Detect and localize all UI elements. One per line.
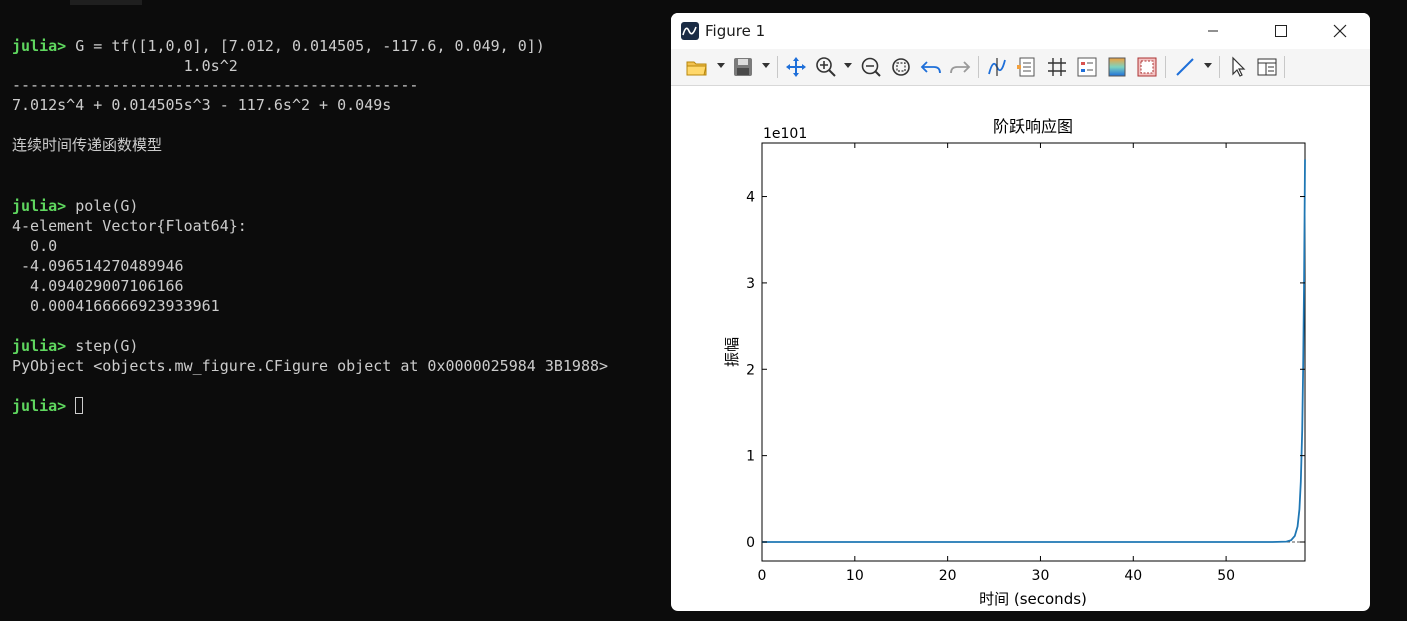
julia-prompt: julia> bbox=[12, 197, 67, 215]
save-dropdown-arrow[interactable] bbox=[762, 63, 770, 68]
data-cursor-icon bbox=[988, 58, 1006, 76]
open-dropdown-arrow[interactable] bbox=[717, 63, 725, 68]
x-tick-label: 0 bbox=[758, 568, 767, 584]
julia-prompt: julia> bbox=[12, 397, 67, 415]
colorbar-icon bbox=[1108, 57, 1126, 77]
tf-numerator: 1.0s^2 bbox=[12, 57, 238, 75]
figure-toolbar bbox=[671, 49, 1370, 86]
toolbar-separator bbox=[777, 56, 778, 78]
x-axis-label: 时间 (seconds) bbox=[979, 590, 1087, 608]
matplotlib-app-icon bbox=[681, 22, 699, 40]
window-title: Figure 1 bbox=[705, 22, 766, 40]
frame-button[interactable] bbox=[1135, 55, 1159, 79]
tf-fraction-bar: ----------------------------------------… bbox=[12, 76, 419, 94]
open-folder-icon bbox=[686, 61, 707, 76]
step-response-plot[interactable]: 阶跃响应图 1e101 0 10 20 30 40 50 0 1 2 3 4 时间 (second… bbox=[671, 86, 1370, 611]
julia-prompt: julia> bbox=[12, 37, 67, 55]
toolbar-separator bbox=[978, 56, 979, 78]
x-tick-label: 20 bbox=[939, 568, 957, 584]
x-tick-label: 30 bbox=[1032, 568, 1050, 584]
toolbar-separator bbox=[1165, 56, 1166, 78]
undo-icon bbox=[920, 61, 941, 74]
y-tick-label: 0 bbox=[746, 535, 755, 551]
maximize-icon bbox=[1275, 25, 1287, 37]
tf-denominator: 7.012s^4 + 0.014505s^3 - 117.6s^2 + 0.04… bbox=[12, 96, 392, 114]
pole-value-1: 0.0 bbox=[12, 237, 58, 255]
minimize-icon bbox=[1208, 30, 1218, 32]
zoom-out-icon bbox=[861, 57, 881, 77]
panel-icon bbox=[1257, 58, 1277, 76]
data-cursor-button[interactable] bbox=[985, 55, 1009, 79]
save-icon bbox=[734, 58, 752, 76]
line-tool-icon bbox=[1176, 58, 1194, 76]
maximize-button[interactable] bbox=[1258, 13, 1304, 49]
text-cursor bbox=[75, 396, 84, 414]
pole-value-4: 0.0004166666923933961 bbox=[12, 297, 220, 315]
redo-button[interactable] bbox=[948, 55, 972, 79]
terminal-line-step: julia> step(G) bbox=[12, 336, 138, 356]
close-button[interactable] bbox=[1317, 13, 1363, 49]
property-button[interactable] bbox=[1075, 55, 1099, 79]
zoom-in-icon bbox=[816, 57, 836, 77]
save-button[interactable] bbox=[731, 55, 755, 79]
line-tool-button[interactable] bbox=[1173, 55, 1197, 79]
colorbar-button[interactable] bbox=[1105, 55, 1129, 79]
terminal-line-current[interactable]: julia> bbox=[12, 396, 84, 416]
command-text: pole(G) bbox=[66, 197, 139, 215]
grid-button[interactable] bbox=[1045, 55, 1069, 79]
x-tick-label: 50 bbox=[1217, 568, 1235, 584]
pole-value-2: -4.096514270489946 bbox=[12, 257, 184, 275]
x-tick-label: 10 bbox=[846, 568, 864, 584]
command-text: G = tf([1,0,0], [7.012, 0.014505, -117.6… bbox=[66, 37, 545, 55]
line-tool-dropdown-arrow[interactable] bbox=[1204, 63, 1212, 68]
y-tick-label: 3 bbox=[746, 276, 755, 292]
close-icon bbox=[1333, 24, 1347, 38]
tf-model-label: 连续时间传递函数模型 bbox=[12, 136, 163, 154]
terminal-line-1: julia> G = tf([1,0,0], [7.012, 0.014505,… bbox=[12, 36, 545, 56]
julia-prompt: julia> bbox=[12, 337, 67, 355]
grid-icon bbox=[1048, 58, 1066, 76]
pan-icon bbox=[786, 57, 806, 77]
legend-button[interactable] bbox=[1015, 55, 1039, 79]
redo-icon bbox=[950, 61, 971, 74]
command-text: step(G) bbox=[66, 337, 139, 355]
open-button[interactable] bbox=[685, 55, 709, 79]
minimize-button[interactable] bbox=[1190, 13, 1236, 49]
pole-value-3: 4.094029007106166 bbox=[12, 277, 184, 295]
pan-button[interactable] bbox=[784, 55, 808, 79]
chart-title: 阶跃响应图 bbox=[993, 117, 1073, 136]
vector-header: 4-element Vector{Float64}: bbox=[12, 217, 247, 235]
plot-axes-frame bbox=[761, 142, 1306, 562]
select-arrow-icon bbox=[1232, 56, 1246, 77]
y-tick-label: 1 bbox=[746, 449, 755, 465]
panel-button[interactable] bbox=[1255, 55, 1279, 79]
zoom-fit-button[interactable] bbox=[889, 55, 913, 79]
figure-titlebar[interactable]: Figure 1 bbox=[671, 13, 1370, 49]
toolbar-separator bbox=[1284, 56, 1285, 78]
undo-button[interactable] bbox=[919, 55, 943, 79]
y-tick-label: 2 bbox=[746, 362, 755, 378]
legend-icon bbox=[1017, 57, 1035, 77]
y-tick-label: 4 bbox=[746, 190, 755, 206]
zoom-fit-icon bbox=[892, 58, 910, 76]
toolbar-separator bbox=[1219, 56, 1220, 78]
property-icon bbox=[1077, 57, 1097, 77]
x-tick-label: 40 bbox=[1124, 568, 1142, 584]
command-text bbox=[66, 397, 75, 415]
frame-icon bbox=[1137, 57, 1157, 77]
y-axis-label: 振幅 bbox=[723, 337, 741, 367]
terminal-line-pole: julia> pole(G) bbox=[12, 196, 138, 216]
zoom-out-button[interactable] bbox=[859, 55, 883, 79]
zoom-in-button[interactable] bbox=[814, 55, 838, 79]
figure-window[interactable]: Figure 1 阶跃响应图 1e101 0 10 20 30 40 50 0 … bbox=[671, 13, 1370, 611]
zoom-dropdown-arrow[interactable] bbox=[844, 63, 852, 68]
julia-terminal[interactable]: julia> G = tf([1,0,0], [7.012, 0.014505,… bbox=[0, 0, 665, 621]
pyobject-output: PyObject <objects.mw_figure.CFigure obje… bbox=[12, 357, 609, 375]
select-arrow-button[interactable] bbox=[1226, 55, 1250, 79]
y-axis-multiplier: 1e101 bbox=[763, 126, 807, 142]
